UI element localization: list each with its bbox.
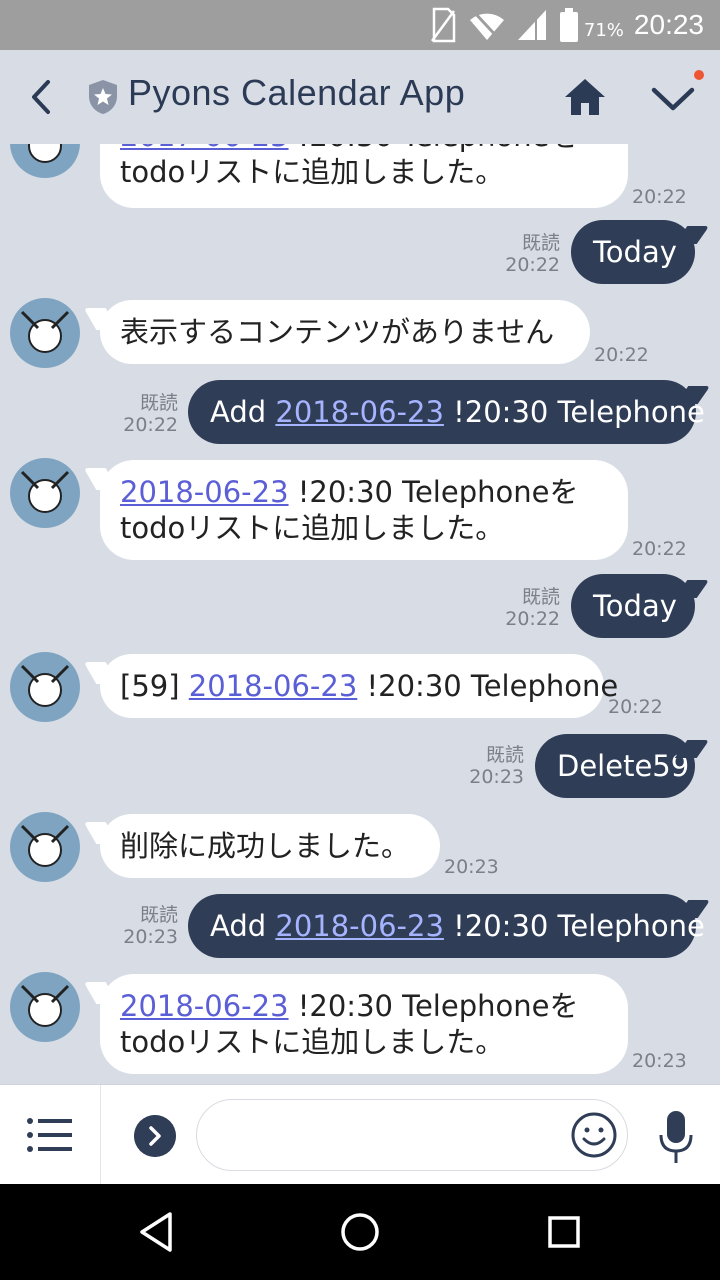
app-header: Pyons Calendar App: [0, 50, 720, 144]
bot-message: 削除に成功しました。: [100, 814, 440, 878]
no-sim-icon: [430, 7, 456, 43]
date-link[interactable]: 2018-06-23: [120, 475, 289, 509]
mic-icon[interactable]: [656, 1109, 696, 1165]
date-link[interactable]: 2018-06-23: [275, 395, 444, 429]
back-icon[interactable]: [20, 72, 64, 122]
message-input-bar: [0, 1084, 720, 1185]
notification-dot: [694, 70, 704, 80]
message-meta: 既読 20:23: [469, 744, 524, 788]
bot-message: 2017-06-23 !20:30 Telephoneを todoリストに追加し…: [100, 144, 628, 208]
user-message: Add 2018-06-23 !20:30 Telephone: [188, 894, 705, 958]
status-bar: 71% 20:23: [0, 0, 720, 50]
signal-icon: [517, 10, 546, 40]
shield-icon: [89, 80, 117, 114]
home-icon[interactable]: [562, 76, 608, 118]
bot-message: 表示するコンテンツがありません: [100, 300, 590, 364]
bot-message: 2018-06-23 !20:30 Telephoneを todoリストに追加し…: [100, 460, 628, 560]
message-time: 20:23: [444, 856, 499, 878]
avatar[interactable]: [10, 652, 80, 722]
message-meta: 既読 20:22: [123, 392, 178, 436]
date-link[interactable]: 2018-06-23: [275, 909, 444, 943]
date-link[interactable]: 2018-06-23: [120, 989, 289, 1023]
back-triangle-icon[interactable]: [130, 1206, 182, 1258]
battery-percent: 71%: [583, 19, 624, 41]
message-meta: 既読 20:23: [123, 904, 178, 948]
message-meta: 既読 20:22: [505, 232, 560, 276]
system-nav-bar: [0, 1184, 720, 1280]
avatar[interactable]: [10, 144, 80, 178]
menu-icon[interactable]: [26, 1115, 74, 1155]
user-message: Today: [571, 574, 695, 638]
user-message: Today: [571, 220, 695, 284]
message-time: 20:23: [632, 1050, 687, 1072]
wifi-icon: [469, 10, 504, 42]
recents-square-icon[interactable]: [538, 1206, 590, 1258]
avatar[interactable]: [10, 298, 80, 368]
message-time: 20:22: [594, 344, 649, 366]
user-message: Delete59: [535, 734, 695, 798]
date-link[interactable]: 2017-06-23: [120, 144, 289, 153]
message-time: 20:22: [632, 186, 687, 208]
divider: [100, 1085, 101, 1185]
avatar[interactable]: [10, 972, 80, 1042]
home-circle-icon[interactable]: [334, 1206, 386, 1258]
user-message: Add 2018-06-23 !20:30 Telephone: [188, 380, 705, 444]
avatar[interactable]: [10, 812, 80, 882]
date-link[interactable]: 2018-06-23: [189, 669, 358, 703]
battery-icon: [559, 8, 578, 42]
clock: 20:23: [633, 9, 704, 40]
chevron-down-icon[interactable]: [648, 76, 698, 120]
message-time: 20:22: [632, 538, 687, 560]
avatar[interactable]: [10, 458, 80, 528]
message-input[interactable]: [196, 1099, 628, 1171]
expand-icon[interactable]: [134, 1115, 176, 1157]
page-title: Pyons Calendar App: [128, 72, 466, 113]
emoji-icon[interactable]: [570, 1111, 618, 1159]
bot-message: [59] 2018-06-23 !20:30 Telephone: [100, 654, 618, 718]
chat-list[interactable]: 2017-06-23 !20:30 Telephoneを todoリストに追加し…: [0, 144, 720, 1084]
bot-message: 2018-06-23 !20:30 Telephoneを todoリストに追加し…: [100, 974, 628, 1074]
message-time: 20:22: [608, 696, 663, 718]
message-meta: 既読 20:22: [505, 586, 560, 630]
